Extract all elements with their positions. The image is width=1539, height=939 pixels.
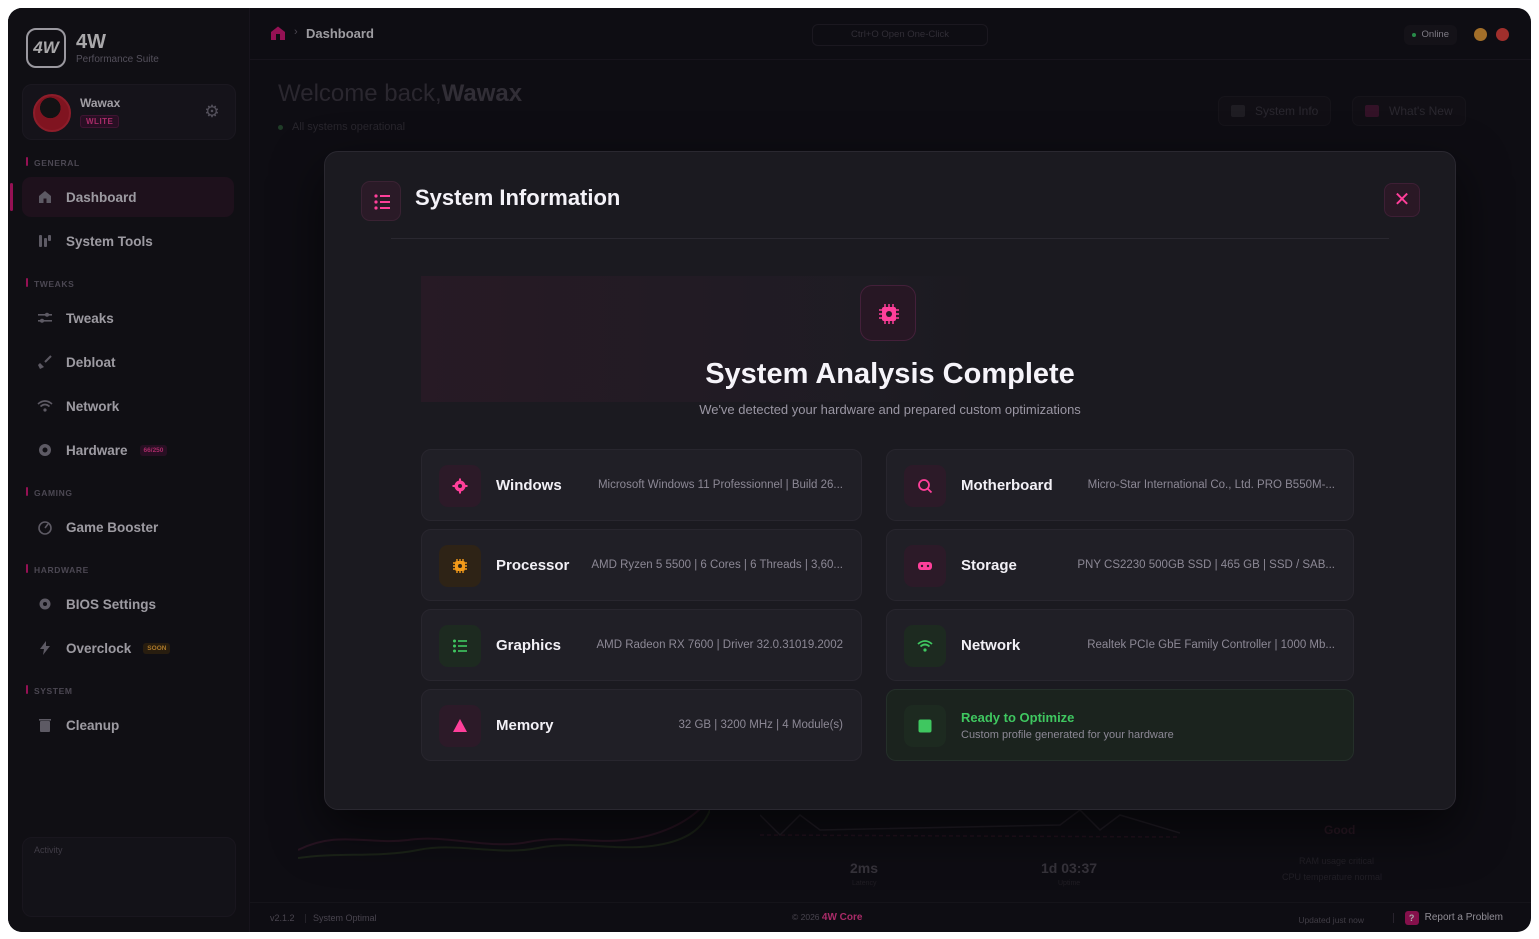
windows-card: Windows Microsoft Windows 11 Professionn… xyxy=(421,449,862,521)
card-label: Graphics xyxy=(496,637,562,654)
analysis-title: System Analysis Complete xyxy=(705,358,1075,390)
card-value: Realtek PCIe GbE Family Controller | 100… xyxy=(1087,639,1335,651)
graphics-list-icon xyxy=(439,625,481,667)
windows-gear-icon xyxy=(439,465,481,507)
card-value: 32 GB | 3200 MHz | 4 Module(s) xyxy=(678,719,844,731)
card-value: AMD Radeon RX 7600 | Driver 32.0.31019.2… xyxy=(596,639,843,651)
memory-icon xyxy=(439,705,481,747)
card-value: Micro-Star International Co., Ltd. PRO B… xyxy=(1087,479,1335,491)
card-label: Processor xyxy=(496,557,570,574)
graphics-card: Graphics AMD Radeon RX 7600 | Driver 32.… xyxy=(421,609,862,681)
card-label: Network xyxy=(961,637,1021,654)
memory-card: Memory 32 GB | 3200 MHz | 4 Module(s) xyxy=(421,689,862,761)
ready-square-icon xyxy=(904,705,946,747)
card-value: PNY CS2230 500GB SSD | 465 GB | SSD / SA… xyxy=(1077,559,1335,571)
processor-icon xyxy=(439,545,481,587)
motherboard-card: Motherboard Micro-Star International Co.… xyxy=(886,449,1354,521)
list-icon xyxy=(361,181,401,221)
storage-card: Storage PNY CS2230 500GB SSD | 465 GB | … xyxy=(886,529,1354,601)
card-label: Motherboard xyxy=(961,477,1053,494)
storage-drive-icon xyxy=(904,545,946,587)
system-information-modal: System Information ✕ System Analysis Com… xyxy=(324,151,1456,810)
processor-card: Processor AMD Ryzen 5 5500 | 6 Cores | 6… xyxy=(421,529,862,601)
card-value: AMD Ryzen 5 5500 | 6 Cores | 6 Threads |… xyxy=(591,559,843,571)
network-card: Network Realtek PCIe GbE Family Controll… xyxy=(886,609,1354,681)
cpu-icon xyxy=(860,285,916,341)
analysis-subtitle: We've detected your hardware and prepare… xyxy=(699,402,1081,417)
card-value: Microsoft Windows 11 Professionnel | Bui… xyxy=(597,479,843,491)
card-label: Memory xyxy=(496,717,554,734)
search-icon xyxy=(904,465,946,507)
ready-to-optimize-card[interactable]: Ready to Optimize Custom profile generat… xyxy=(886,689,1354,761)
card-label: Storage xyxy=(961,557,1017,574)
modal-close-button[interactable]: ✕ xyxy=(1384,183,1420,217)
modal-title: System Information xyxy=(415,185,621,210)
app-window: 4W 4W Performance Suite Wawax WLITE ⚙ GE… xyxy=(8,8,1531,932)
ready-title: Ready to Optimize xyxy=(961,710,1075,725)
wifi-icon xyxy=(904,625,946,667)
ready-subtitle: Custom profile generated for your hardwa… xyxy=(961,729,1174,741)
card-label: Windows xyxy=(496,477,562,494)
modal-divider xyxy=(391,238,1389,239)
